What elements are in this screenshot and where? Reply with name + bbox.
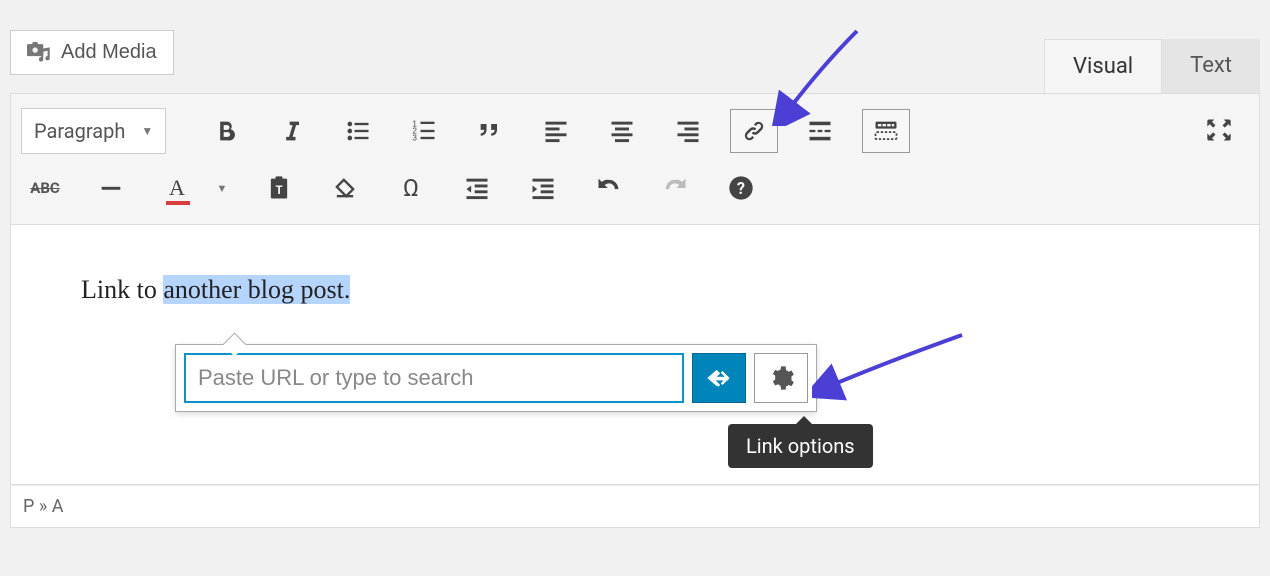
svg-text:3: 3 — [413, 133, 418, 142]
camera-music-icon — [27, 42, 53, 64]
top-row: Add Media Visual Text — [10, 10, 1260, 93]
tab-visual[interactable]: Visual — [1044, 39, 1162, 93]
apply-link-button[interactable] — [692, 353, 746, 403]
distraction-free-button[interactable] — [1195, 108, 1243, 152]
bold-button[interactable] — [202, 109, 250, 153]
format-selector-label: Paragraph — [34, 119, 125, 143]
clear-formatting-button[interactable] — [321, 166, 369, 210]
content-before: Link to — [81, 275, 163, 304]
bullet-list-button[interactable] — [334, 109, 382, 153]
add-media-button[interactable]: Add Media — [10, 30, 174, 75]
blockquote-button[interactable] — [466, 109, 514, 153]
content-paragraph[interactable]: Link to another blog post. — [81, 275, 1189, 305]
editor-tabs: Visual Text — [1044, 39, 1260, 93]
caret-down-icon: ▼ — [141, 124, 153, 138]
special-char-button[interactable]: Ω — [387, 166, 435, 210]
url-input[interactable] — [184, 353, 684, 403]
svg-text:?: ? — [737, 179, 745, 198]
outdent-button[interactable] — [453, 166, 501, 210]
numbered-list-button[interactable]: 123 — [400, 109, 448, 153]
add-media-label: Add Media — [61, 41, 157, 64]
content-highlighted: another blog post. — [163, 275, 350, 304]
redo-button[interactable] — [651, 166, 699, 210]
editor-wrapper: Add Media Visual Text Paragraph ▼ 123 — [0, 0, 1270, 538]
strikethrough-button[interactable]: ABC — [21, 166, 69, 210]
status-bar: P » A — [10, 485, 1260, 528]
svg-text:T: T — [276, 183, 283, 197]
tab-text[interactable]: Text — [1162, 39, 1260, 93]
editor-toolbar: Paragraph ▼ 123 ABC A ▼ T Ω — [10, 93, 1260, 225]
annotation-arrow-link — [762, 26, 872, 126]
align-left-button[interactable] — [532, 109, 580, 153]
align-center-button[interactable] — [598, 109, 646, 153]
annotation-arrow-gear — [812, 330, 972, 410]
text-color-dropdown[interactable]: ▼ — [207, 166, 237, 210]
link-popup — [175, 344, 817, 412]
link-options-button[interactable] — [754, 353, 808, 403]
format-selector[interactable]: Paragraph ▼ — [21, 108, 166, 154]
paste-text-button[interactable]: T — [255, 166, 303, 210]
italic-button[interactable] — [268, 109, 316, 153]
text-color-button[interactable]: A — [153, 166, 201, 210]
help-button[interactable]: ? — [717, 166, 765, 210]
toolbar-row-2: ABC A ▼ T Ω ? — [21, 160, 1249, 216]
horizontal-rule-button[interactable] — [87, 166, 135, 210]
align-right-button[interactable] — [664, 109, 712, 153]
indent-button[interactable] — [519, 166, 567, 210]
element-path[interactable]: P » A — [23, 496, 63, 517]
toolbar-row-1: Paragraph ▼ 123 — [21, 102, 1249, 160]
link-options-tooltip: Link options — [728, 424, 873, 468]
undo-button[interactable] — [585, 166, 633, 210]
